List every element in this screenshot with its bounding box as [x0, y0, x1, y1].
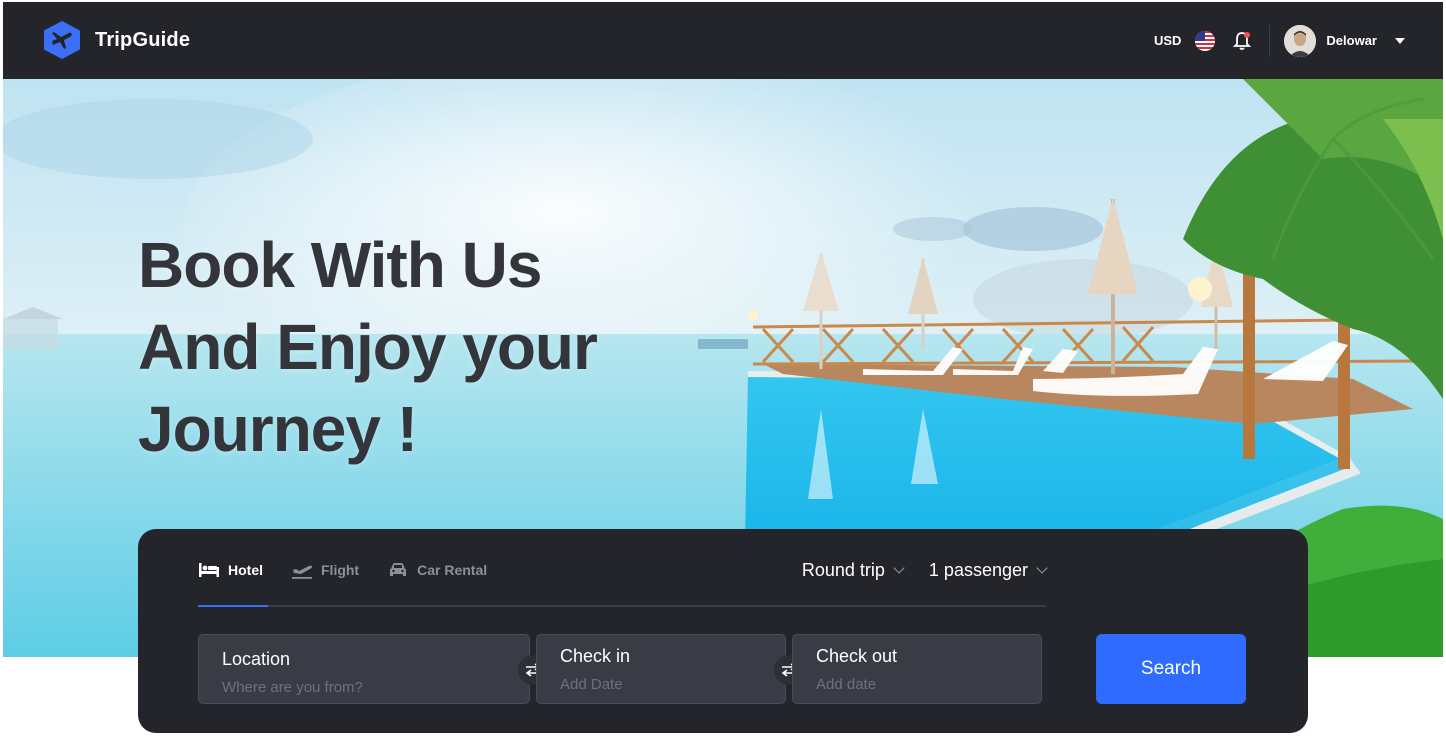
brand-name: TripGuide [95, 28, 191, 51]
brand[interactable]: TripGuide [41, 20, 190, 60]
tab-flight[interactable]: Flight [291, 557, 359, 583]
check-out-field[interactable]: Check out Add date [792, 634, 1042, 704]
avatar[interactable] [1284, 24, 1317, 57]
car-icon [390, 563, 407, 576]
tab-car-rental[interactable]: Car Rental [387, 557, 487, 583]
passenger-label: 1 passenger [928, 559, 1028, 580]
passenger-dropdown[interactable]: 1 passenger [928, 557, 1048, 583]
us-flag-icon[interactable] [1195, 30, 1216, 51]
headline-line-1: Book With Us [138, 229, 542, 301]
location-field[interactable]: Location Where are you from? [198, 634, 530, 704]
page: TripGuide USD Delowar Book With Us And E… [3, 2, 1443, 753]
user-name[interactable]: Delowar [1326, 33, 1377, 48]
check-out-label: Check out [816, 646, 898, 666]
location-label: Location [222, 649, 291, 669]
trip-options: Round trip 1 passenger [801, 557, 1048, 583]
chevron-down-icon [893, 561, 905, 574]
headline-line-3: Journey ! [138, 393, 418, 465]
tab-active-indicator [198, 605, 268, 607]
check-in-placeholder: Add Date [560, 676, 623, 693]
check-in-label: Check in [560, 646, 631, 666]
tab-underline-track [198, 605, 1046, 607]
plane-icon [292, 565, 312, 579]
search-panel: Hotel Flight Car Rental Round trip 1 pas… [138, 529, 1308, 733]
tab-hotel-label: Hotel [228, 562, 263, 578]
trip-type-dropdown[interactable]: Round trip [801, 557, 905, 583]
headline-line-2: And Enjoy your [138, 311, 598, 383]
bed-icon [199, 563, 219, 577]
tab-flight-label: Flight [321, 562, 360, 578]
chevron-down-icon [1036, 561, 1048, 574]
tab-car-rental-label: Car Rental [417, 562, 488, 578]
caret-down-icon[interactable] [1395, 37, 1405, 44]
location-placeholder: Where are you from? [222, 679, 363, 696]
tab-hotel[interactable]: Hotel [198, 557, 263, 583]
nav-actions: USD Delowar [1154, 2, 1405, 79]
top-navbar: TripGuide USD Delowar [3, 2, 1443, 79]
bell-icon[interactable] [1231, 30, 1253, 52]
search-button[interactable]: Search [1096, 634, 1246, 704]
currency-selector[interactable]: USD [1154, 33, 1181, 48]
check-in-field[interactable]: Check in Add Date [536, 634, 786, 704]
hero-headline: Book With Us And Enjoy your Journey ! [138, 224, 598, 470]
booking-tabs: Hotel Flight Car Rental [198, 557, 487, 583]
nav-divider [1269, 24, 1271, 57]
check-out-placeholder: Add date [816, 676, 877, 693]
brand-logo-icon [44, 21, 80, 59]
trip-type-label: Round trip [801, 559, 885, 580]
